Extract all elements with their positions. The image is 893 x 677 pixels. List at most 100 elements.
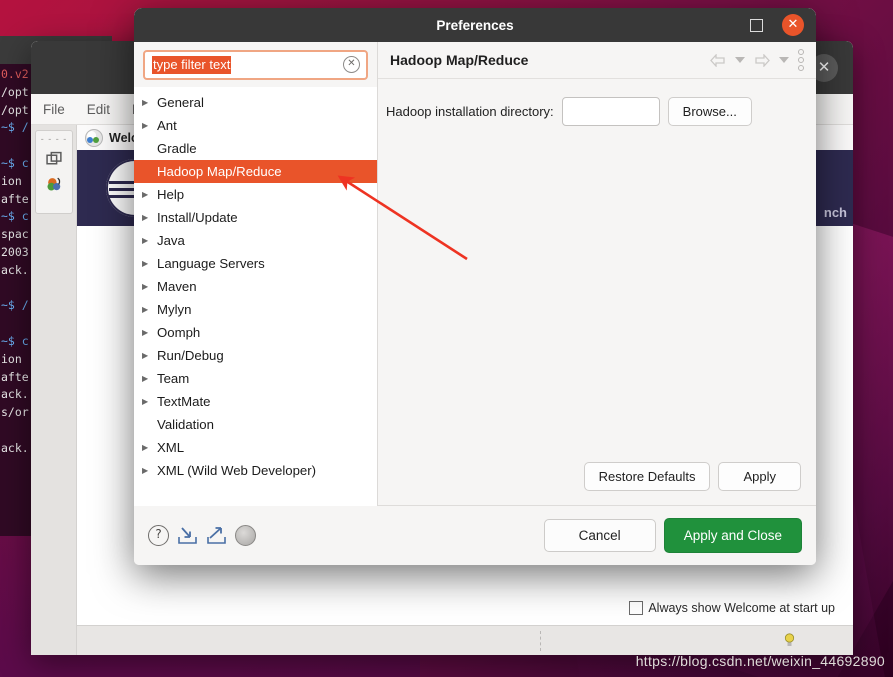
record-icon[interactable] (235, 525, 256, 546)
tree-item-validation[interactable]: Validation (134, 413, 377, 436)
tree-item-label: Maven (157, 279, 197, 294)
restore-perspective-icon[interactable] (45, 151, 63, 168)
tree-item-label: Mylyn (157, 302, 192, 317)
page-nav-icons[interactable] (710, 49, 804, 71)
banner-launch-label: nch (823, 205, 847, 220)
back-history-caret-icon[interactable] (735, 57, 745, 63)
tree-item-label: General (157, 95, 204, 110)
page-footer-buttons: Restore Defaults Apply (378, 462, 816, 506)
tree-item-label: Install/Update (157, 210, 238, 225)
chevron-right-icon[interactable]: ▶ (142, 374, 157, 383)
dialog-bottom-bar: ? Cancel Apply and Close (134, 506, 816, 565)
tree-item-help[interactable]: ▶ Help (134, 183, 377, 206)
tree-item-label: XML (157, 440, 185, 455)
apply-and-close-button[interactable]: Apply and Close (663, 518, 802, 553)
hadoop-dir-row: Hadoop installation directory: Browse... (386, 97, 801, 126)
chevron-right-icon[interactable]: ▶ (142, 397, 157, 406)
tree-item-label: Hadoop Map/Reduce (157, 164, 282, 179)
chevron-right-icon[interactable]: ▶ (142, 282, 157, 291)
hadoop-dir-label: Hadoop installation directory: (386, 104, 554, 119)
preferences-titlebar: Preferences ✕ (134, 8, 816, 42)
tree-item-run-debug[interactable]: ▶ Run/Debug (134, 344, 377, 367)
apply-button[interactable]: Apply (718, 462, 801, 491)
search-input[interactable]: type filter text (152, 56, 232, 74)
import-icon[interactable] (177, 526, 198, 545)
filter-box[interactable]: type filter text ✕ (143, 50, 368, 80)
chevron-right-icon[interactable]: ▶ (142, 98, 157, 107)
tree-item-hadoop-map-reduce[interactable]: Hadoop Map/Reduce (134, 160, 377, 183)
browse-button[interactable]: Browse... (667, 97, 752, 126)
maximize-icon[interactable] (750, 19, 763, 32)
export-icon[interactable] (206, 526, 227, 545)
page-body: Hadoop installation directory: Browse... (378, 79, 816, 462)
chevron-right-icon[interactable]: ▶ (142, 190, 157, 199)
preferences-main: type filter text ✕ ▶ General ▶ Ant Gradle Had… (134, 42, 816, 506)
tree-item-label: Ant (157, 118, 177, 133)
chevron-right-icon[interactable]: ▶ (142, 466, 157, 475)
tree-item-label: Run/Debug (157, 348, 224, 363)
java-ee-perspective-icon[interactable] (46, 176, 63, 193)
tree-item-label: Java (157, 233, 185, 248)
tree-item-xml-wild-web-developer[interactable]: ▶ XML (Wild Web Developer) (134, 459, 377, 482)
dialog-bottom-icons[interactable]: ? (148, 525, 544, 546)
chevron-right-icon[interactable]: ▶ (142, 213, 157, 222)
cancel-button[interactable]: Cancel (543, 519, 656, 552)
tree-item-mylyn[interactable]: ▶ Mylyn (134, 298, 377, 321)
drag-handle[interactable]: - - - - (41, 135, 68, 144)
tree-item-general[interactable]: ▶ General (134, 91, 377, 114)
chevron-right-icon[interactable]: ▶ (142, 259, 157, 268)
tree-item-java[interactable]: ▶ Java (134, 229, 377, 252)
tree-item-label: Language Servers (157, 256, 265, 271)
tree-item-textmate[interactable]: ▶ TextMate (134, 390, 377, 413)
chevron-right-icon[interactable]: ▶ (142, 328, 157, 337)
tree-item-label: Oomph (157, 325, 201, 340)
checkbox-box[interactable] (629, 601, 644, 615)
view-menu-icon[interactable] (798, 49, 804, 71)
restore-defaults-button[interactable]: Restore Defaults (583, 462, 711, 491)
menu-item-edit[interactable]: Edit (87, 102, 110, 117)
tree-item-label: Validation (157, 417, 214, 432)
tree-item-label: Help (157, 187, 185, 202)
tree-item-xml[interactable]: ▶ XML (134, 436, 377, 459)
page-header: Hadoop Map/Reduce (378, 42, 816, 79)
preferences-right-pane: Hadoop Map/Reduce Hadoop installation di… (378, 42, 816, 506)
always-show-welcome-checkbox[interactable]: Always show Welcome at start up (629, 601, 835, 615)
back-arrow-icon[interactable] (710, 53, 726, 67)
tree-item-label: Team (157, 371, 190, 386)
tree-item-maven[interactable]: ▶ Maven (134, 275, 377, 298)
hadoop-dir-input[interactable] (561, 97, 660, 126)
tree-item-label: XML (Wild Web Developer) (157, 463, 317, 478)
forward-arrow-icon[interactable] (754, 53, 770, 67)
preferences-dialog[interactable]: Preferences ✕ type filter text ✕ ▶ Genera… (134, 8, 816, 565)
chevron-right-icon[interactable]: ▶ (142, 121, 157, 130)
tree-item-oomph[interactable]: ▶ Oomph (134, 321, 377, 344)
screen-root: 0.v2/opt/opt ~$ / ~$ c ion afte ~$ c spac 2003… (0, 0, 893, 677)
tree-item-label: Gradle (157, 141, 197, 156)
chevron-right-icon[interactable]: ▶ (142, 236, 157, 245)
tree-item-label: TextMate (157, 394, 211, 409)
status-separator (540, 631, 542, 651)
tree-item-install-update[interactable]: ▶ Install/Update (134, 206, 377, 229)
tree-item-gradle[interactable]: Gradle (134, 137, 377, 160)
welcome-tab-icon (85, 128, 103, 147)
perspective-switcher[interactable]: - - - - (35, 130, 73, 214)
clear-icon[interactable]: ✕ (343, 56, 360, 73)
dialog-title: Preferences (436, 17, 514, 33)
eclipse-perspective-bar[interactable]: - - - - (31, 125, 77, 655)
help-icon[interactable]: ? (148, 525, 169, 546)
tree-item-ant[interactable]: ▶ Ant (134, 114, 377, 137)
tree-item-team[interactable]: ▶ Team (134, 367, 377, 390)
watermark-text: https://blog.csdn.net/weixin_44692890 (635, 653, 885, 669)
chevron-right-icon[interactable]: ▶ (142, 305, 157, 314)
chevron-right-icon[interactable]: ▶ (142, 351, 157, 360)
preferences-tree[interactable]: ▶ General ▶ Ant Gradle Hadoop Map/Reduce ▶ Help… (134, 87, 377, 506)
eclipse-statusbar (77, 625, 853, 655)
forward-history-caret-icon[interactable] (779, 57, 789, 63)
chevron-right-icon[interactable]: ▶ (142, 443, 157, 452)
page-title: Hadoop Map/Reduce (390, 52, 529, 68)
close-icon[interactable]: ✕ (782, 14, 804, 36)
tree-item-language-servers[interactable]: ▶ Language Servers (134, 252, 377, 275)
always-show-label: Always show Welcome at start up (648, 601, 835, 615)
menu-item-file[interactable]: File (43, 102, 65, 117)
tip-bulb-icon[interactable] (784, 633, 795, 648)
